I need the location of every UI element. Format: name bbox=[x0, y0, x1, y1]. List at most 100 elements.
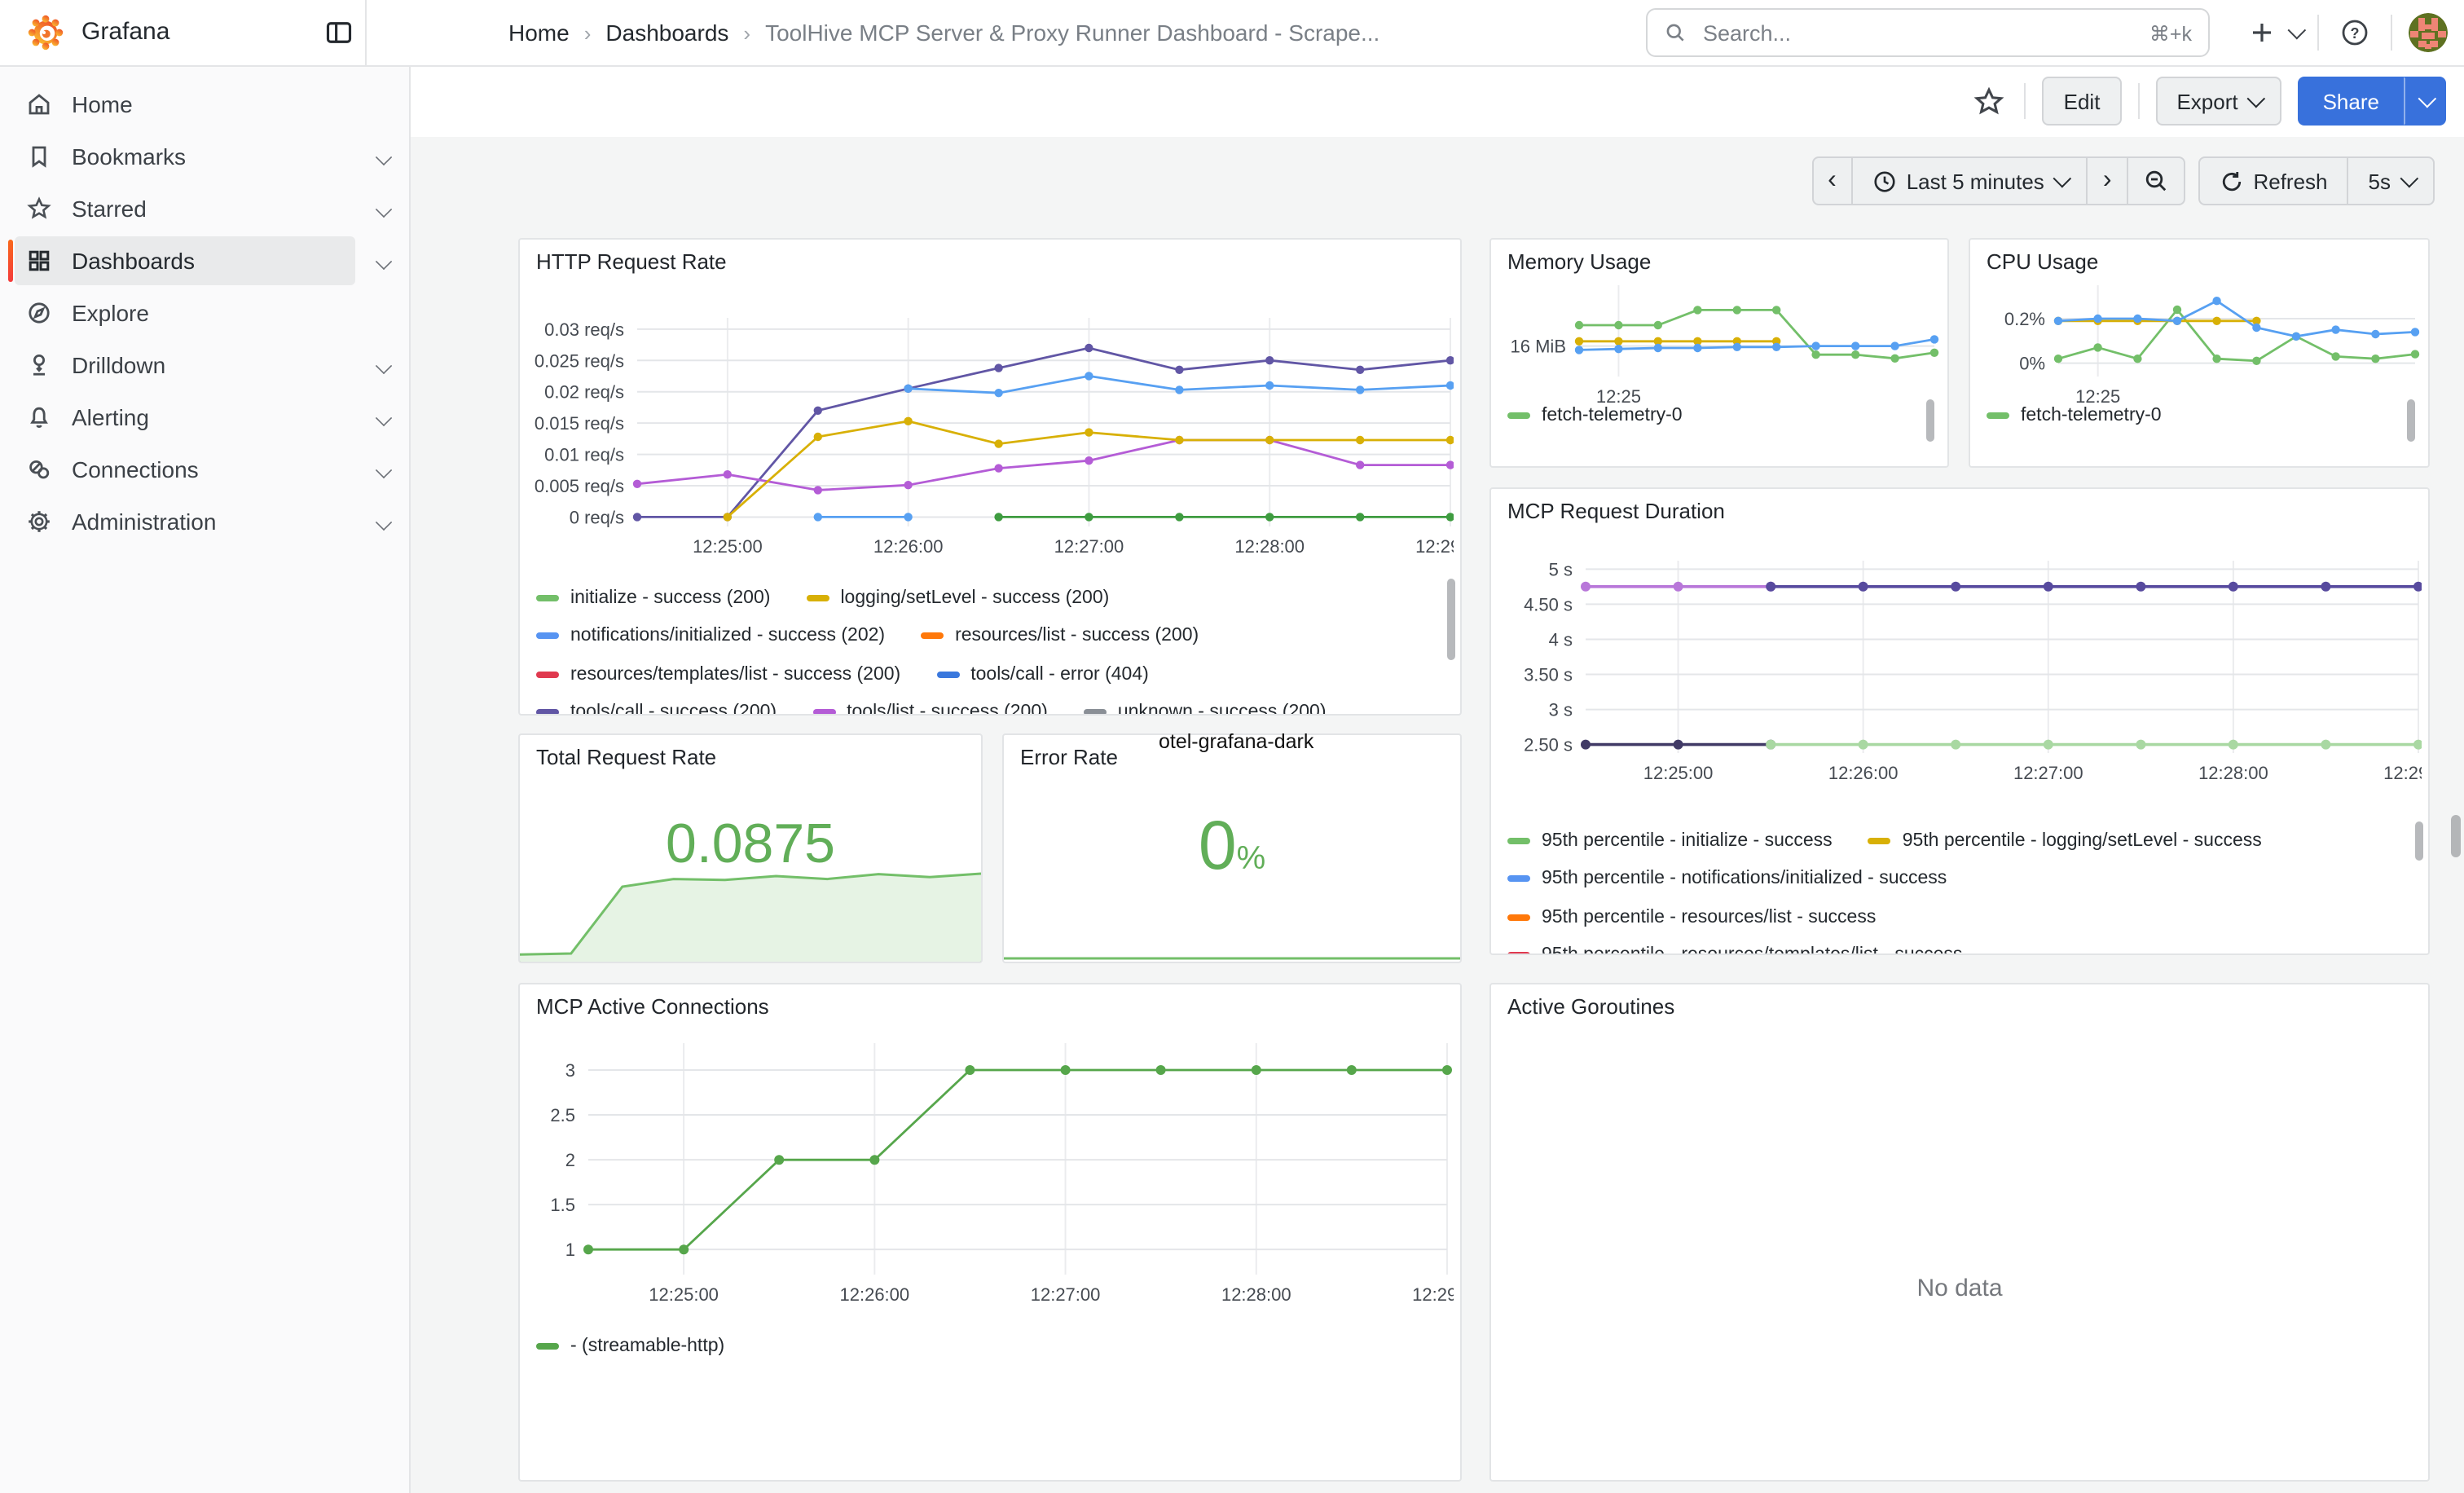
legend-item[interactable]: 95th percentile - notifications/initiali… bbox=[1507, 870, 1947, 889]
legend-item[interactable]: tools/list - success (200) bbox=[812, 703, 1048, 715]
sidebar-item-explore[interactable]: Explore bbox=[0, 287, 409, 339]
legend-item[interactable]: tools/call - error (404) bbox=[936, 665, 1149, 685]
chevron-down-icon[interactable] bbox=[376, 149, 392, 165]
chevron-down-icon[interactable] bbox=[376, 462, 392, 478]
legend-label: tools/list - success (200) bbox=[847, 703, 1048, 715]
sidebar-item-starred[interactable]: Starred bbox=[0, 183, 409, 235]
memory-usage-chart[interactable]: 12:2516 MiB bbox=[1504, 275, 1941, 406]
panel-title[interactable]: Error Rate bbox=[1020, 745, 1118, 769]
memory-legend-item[interactable]: fetch-telemetry-0 bbox=[1507, 406, 1683, 425]
panel-http-request-rate[interactable]: HTTP Request Rate 12:25:0012:26:0012:27:… bbox=[518, 238, 1462, 716]
page-scrollbar-thumb[interactable] bbox=[2451, 815, 2461, 857]
panel-title[interactable]: Total Request Rate bbox=[536, 745, 716, 769]
panel-title[interactable]: Memory Usage bbox=[1507, 249, 1651, 274]
chevron-down-icon[interactable] bbox=[376, 514, 392, 531]
app-header: Grafana Home › Dashboards › ToolHive MCP… bbox=[0, 0, 2464, 67]
legend-item[interactable]: unknown - success (200) bbox=[1084, 703, 1327, 715]
breadcrumb-dashboards[interactable]: Dashboards bbox=[605, 20, 728, 46]
time-controls: ‹ Last 5 minutes › Refresh 5s bbox=[1811, 156, 2435, 205]
legend-item[interactable]: tools/call - success (200) bbox=[536, 703, 777, 715]
legend-item[interactable]: logging/setLevel - success (200) bbox=[806, 588, 1109, 608]
legend-label: resources/templates/list - success (200) bbox=[570, 665, 900, 685]
legend-swatch bbox=[536, 672, 559, 678]
legend-item[interactable]: resources/list - success (200) bbox=[921, 627, 1199, 646]
edit-button[interactable]: Edit bbox=[2043, 77, 2122, 126]
user-avatar[interactable] bbox=[2409, 13, 2448, 52]
x-tick-label: 12:25 bbox=[2075, 386, 2120, 406]
panel-title[interactable]: MCP Active Connections bbox=[536, 994, 769, 1019]
sidebar-item-administration[interactable]: Administration bbox=[0, 495, 409, 548]
legend-item[interactable]: 95th percentile - resources/list - succe… bbox=[1507, 908, 1876, 927]
header-divider bbox=[2317, 15, 2319, 51]
legend-item[interactable]: notifications/initialized - success (202… bbox=[536, 627, 885, 646]
panel-cpu-usage[interactable]: CPU Usage 12:250.2%0% fetch-telemetry-0 bbox=[1969, 238, 2430, 468]
chevron-down-icon[interactable] bbox=[376, 410, 392, 426]
grafana-logo-icon[interactable] bbox=[26, 13, 65, 52]
panel-title[interactable]: HTTP Request Rate bbox=[536, 249, 727, 274]
toolbar-divider bbox=[2025, 83, 2026, 119]
cpu-usage-chart[interactable]: 12:250.2%0% bbox=[1983, 275, 2422, 406]
chevron-down-icon[interactable] bbox=[376, 201, 392, 218]
error-rate-sparkline bbox=[1004, 929, 1460, 962]
sidebar-item-connections[interactable]: Connections bbox=[0, 443, 409, 495]
legend-scrollbar[interactable] bbox=[1926, 399, 1934, 442]
search-field[interactable] bbox=[1700, 19, 2136, 46]
legend-label: fetch-telemetry-0 bbox=[2021, 406, 2162, 425]
add-caret-icon[interactable] bbox=[2288, 21, 2307, 40]
legend-item[interactable]: initialize - success (200) bbox=[536, 588, 770, 608]
chevron-down-icon[interactable] bbox=[376, 253, 392, 270]
y-tick-label: 3 bbox=[565, 1060, 575, 1081]
refresh-icon bbox=[2219, 169, 2243, 193]
panel-active-goroutines[interactable]: Active Goroutines No data bbox=[1489, 983, 2430, 1482]
y-tick-label: 0.025 req/s bbox=[535, 350, 624, 371]
sidebar-item-dashboards[interactable]: Dashboards bbox=[0, 235, 409, 287]
y-tick-label: 4 s bbox=[1549, 629, 1573, 650]
cpu-legend-item[interactable]: fetch-telemetry-0 bbox=[1987, 406, 2162, 425]
legend-scrollbar[interactable] bbox=[2415, 821, 2423, 861]
favorite-star-icon[interactable] bbox=[1969, 81, 2009, 121]
gear-icon bbox=[26, 509, 52, 535]
legend-item[interactable]: 95th percentile - logging/setLevel - suc… bbox=[1868, 831, 2262, 851]
breadcrumb-home[interactable]: Home bbox=[508, 20, 570, 46]
sidebar-item-home[interactable]: Home bbox=[0, 78, 409, 130]
panel-error-rate[interactable]: Error Rate 0% bbox=[1002, 733, 1462, 963]
sidebar-item-drilldown[interactable]: Drilldown bbox=[0, 339, 409, 391]
panel-mcp-active-connections[interactable]: MCP Active Connections 12:25:0012:26:001… bbox=[518, 983, 1462, 1482]
legend-item[interactable]: resources/templates/list - success (200) bbox=[536, 665, 900, 685]
mcp-request-duration-chart[interactable]: 12:25:0012:26:0012:27:0012:28:0012:29:00… bbox=[1504, 525, 2422, 815]
time-back-button[interactable]: ‹ bbox=[1811, 156, 1853, 205]
help-icon[interactable]: ? bbox=[2335, 13, 2374, 52]
sidebar-item-alerting[interactable]: Alerting bbox=[0, 391, 409, 443]
legend-scrollbar[interactable] bbox=[2407, 399, 2415, 442]
chevron-down-icon[interactable] bbox=[376, 358, 392, 374]
share-caret-button[interactable] bbox=[2404, 77, 2446, 126]
search-input[interactable]: ⌘+k bbox=[1646, 8, 2210, 57]
refresh-interval-button[interactable]: 5s bbox=[2347, 156, 2435, 205]
mcp-active-connections-chart[interactable]: 12:25:0012:26:0012:27:0012:28:0012:29:00… bbox=[533, 1020, 1454, 1327]
legend-swatch bbox=[536, 633, 559, 640]
share-button[interactable]: Share bbox=[2299, 77, 2404, 126]
legend-swatch bbox=[806, 595, 829, 601]
panel-title[interactable]: MCP Request Duration bbox=[1507, 499, 1725, 523]
legend-swatch bbox=[1987, 412, 2009, 419]
sidebar-item-bookmarks[interactable]: Bookmarks bbox=[0, 130, 409, 183]
time-forward-button[interactable]: › bbox=[2087, 156, 2128, 205]
legend-label: unknown - success (200) bbox=[1118, 703, 1327, 715]
panel-mcp-request-duration[interactable]: MCP Request Duration 12:25:0012:26:0012:… bbox=[1489, 487, 2430, 955]
connections-legend-item[interactable]: - (streamable-http) bbox=[536, 1337, 724, 1356]
x-tick-label: 12:29:00 bbox=[1415, 536, 1454, 557]
sidebar-collapse-icon[interactable] bbox=[323, 16, 355, 49]
legend-item[interactable]: 95th percentile - resources/templates/li… bbox=[1507, 946, 1962, 954]
export-button[interactable]: Export bbox=[2155, 77, 2281, 126]
refresh-button[interactable]: Refresh bbox=[2198, 156, 2348, 205]
legend-item[interactable]: 95th percentile - initialize - success bbox=[1507, 831, 1833, 851]
panel-title[interactable]: CPU Usage bbox=[1987, 249, 2098, 274]
panel-memory-usage[interactable]: Memory Usage 12:2516 MiB fetch-telemetry… bbox=[1489, 238, 1949, 468]
time-range-button[interactable]: Last 5 minutes bbox=[1851, 156, 2088, 205]
zoom-out-button[interactable] bbox=[2126, 156, 2185, 205]
http-request-rate-chart[interactable]: 12:25:0012:26:0012:27:0012:28:0012:29:00… bbox=[533, 275, 1454, 566]
panel-title[interactable]: Active Goroutines bbox=[1507, 994, 1674, 1019]
panel-total-request-rate[interactable]: Total Request Rate 0.0875 bbox=[518, 733, 983, 963]
legend-scrollbar[interactable] bbox=[1447, 579, 1455, 660]
add-icon[interactable] bbox=[2242, 13, 2281, 52]
